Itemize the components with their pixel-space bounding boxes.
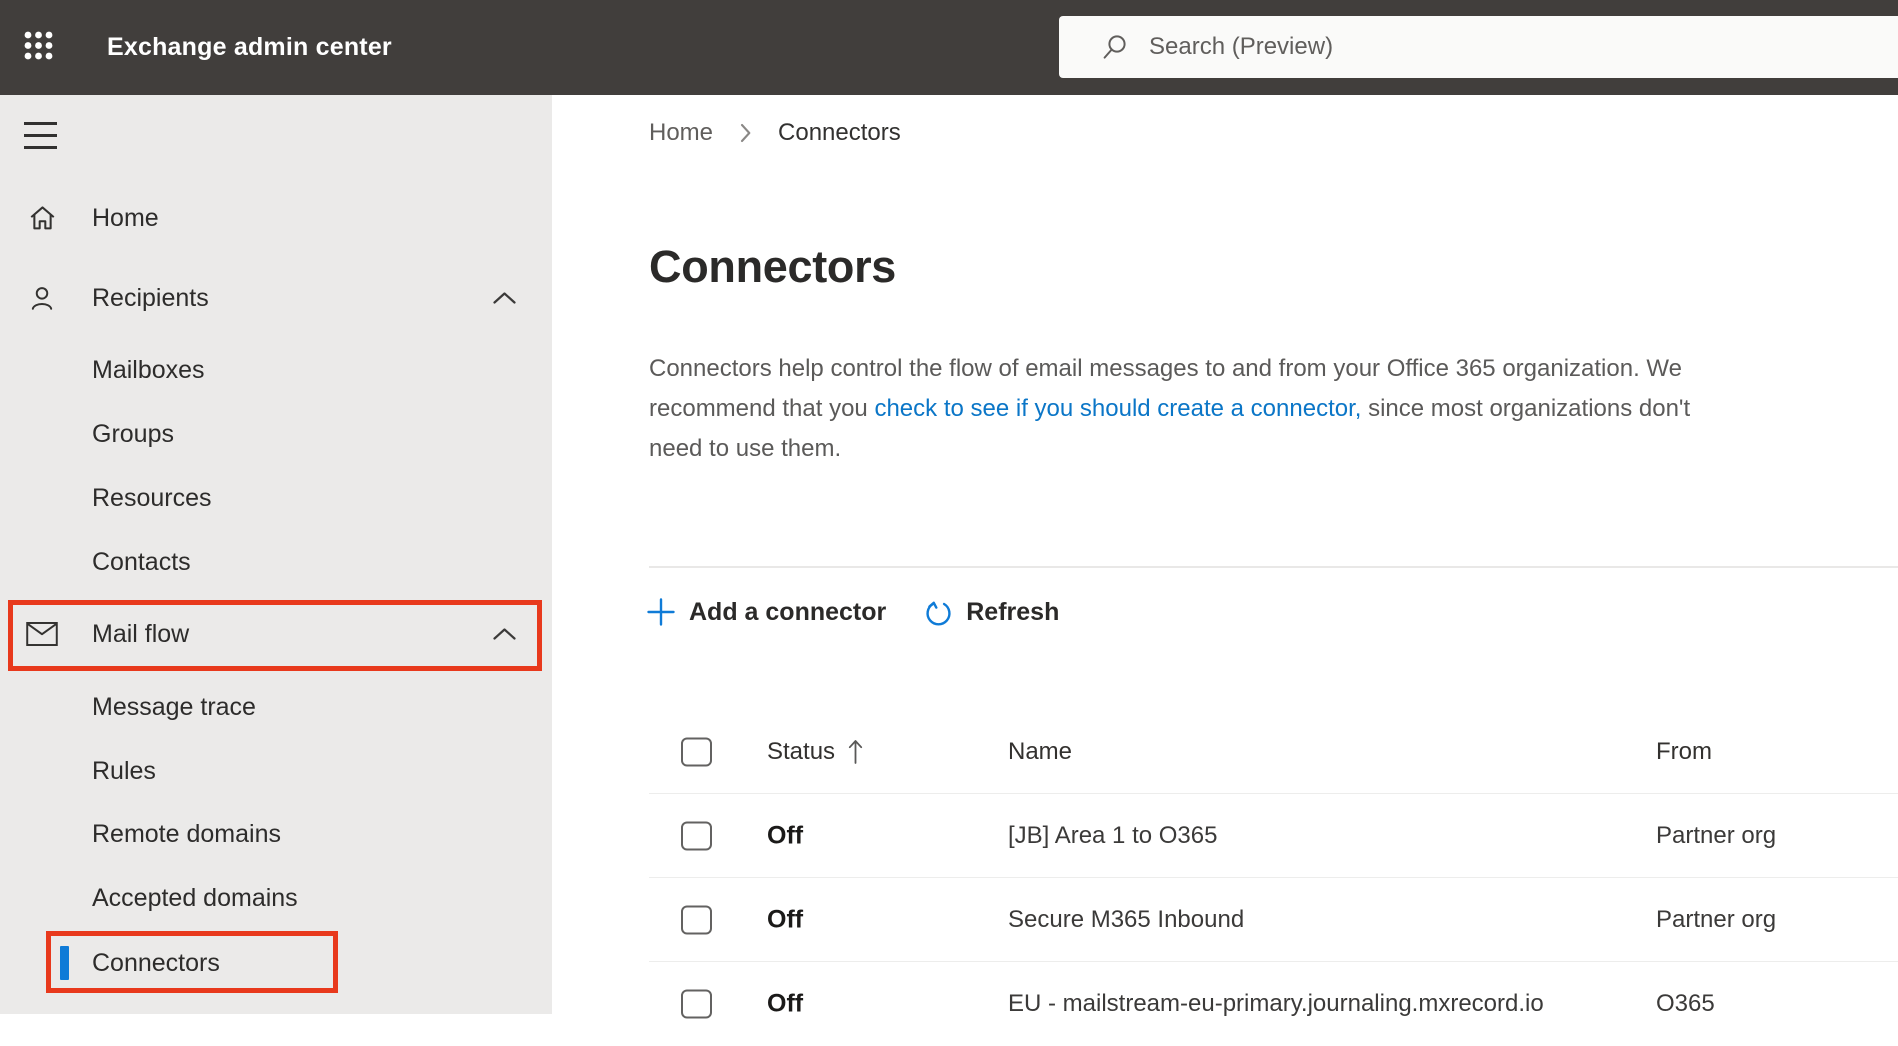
left-nav-sidebar: Home Recipients Mailboxes Groups Resources Co… — [0, 95, 552, 1014]
hamburger-icon — [24, 121, 57, 125]
breadcrumb-current: Connectors — [778, 119, 901, 146]
table-row[interactable]: Off EU - mailstream-eu-primary.journaling… — [649, 962, 1898, 1046]
table-header-row: Status Name From — [649, 710, 1898, 794]
cell-from: Partner org — [1656, 821, 1777, 849]
sidebar-item-recipients[interactable]: Recipients — [0, 272, 552, 324]
breadcrumb: Home Connectors — [649, 117, 901, 149]
waffle-icon — [23, 30, 54, 66]
description-line-3: need to use them. — [649, 435, 842, 462]
cell-name[interactable]: Secure M365 Inbound — [1008, 906, 1244, 934]
table-row[interactable]: Off [JB] Area 1 to O365 Partner org — [649, 794, 1898, 878]
plus-icon — [646, 597, 676, 627]
sidebar-item-connectors[interactable]: Connectors — [0, 937, 552, 989]
search-placeholder: Search (Preview) — [1149, 33, 1334, 60]
column-header-from[interactable]: From — [1656, 738, 1712, 766]
create-connector-check-link[interactable]: check to see if you should create a conn… — [874, 395, 1361, 422]
cell-name[interactable]: [JB] Area 1 to O365 — [1008, 822, 1217, 850]
row-checkbox[interactable] — [681, 905, 712, 934]
page-title: Connectors — [649, 241, 897, 292]
mail-icon — [26, 618, 58, 650]
connectors-table: Status Name From Off [JB] Area 1 to O365 P… — [649, 710, 1898, 1046]
description-line-1: Connectors help control the flow of emai… — [649, 355, 1682, 382]
app-launcher-button[interactable] — [20, 30, 56, 66]
sidebar-item-rules[interactable]: Rules — [0, 745, 552, 797]
app-title: Exchange admin center — [107, 33, 392, 61]
person-icon — [26, 282, 58, 314]
cell-status: Off — [767, 989, 804, 1018]
selected-indicator — [60, 946, 69, 980]
top-app-bar: Exchange admin center Search (Preview) — [0, 0, 1898, 95]
refresh-icon — [924, 598, 953, 627]
page-description: Connectors help control the flow of emai… — [649, 349, 1879, 469]
column-header-status[interactable]: Status — [767, 738, 835, 766]
row-checkbox[interactable] — [681, 989, 712, 1019]
sidebar-item-message-trace[interactable]: Message trace — [0, 681, 552, 733]
cell-status: Off — [767, 821, 804, 849]
refresh-button[interactable]: Refresh — [924, 598, 1059, 627]
table-row[interactable]: Off Secure M365 Inbound Partner org — [649, 878, 1898, 962]
table-body: Off [JB] Area 1 to O365 Partner org Off Secu… — [649, 794, 1898, 1046]
command-toolbar: Add a connector Refresh — [646, 588, 1059, 636]
breadcrumb-home-link[interactable]: Home — [649, 119, 713, 147]
sidebar-item-accepted-domains[interactable]: Accepted domains — [0, 872, 552, 924]
sidebar-item-contacts[interactable]: Contacts — [0, 536, 552, 588]
home-icon — [26, 202, 58, 234]
chevron-up-icon[interactable] — [492, 291, 517, 306]
chevron-up-icon[interactable] — [492, 627, 517, 642]
chevron-right-icon — [739, 122, 752, 144]
sidebar-item-home[interactable]: Home — [0, 192, 552, 244]
sidebar-item-groups[interactable]: Groups — [0, 408, 552, 460]
toolbar-divider — [649, 566, 1898, 568]
nav-toggle-button[interactable] — [24, 119, 64, 151]
row-checkbox[interactable] — [681, 821, 712, 850]
sort-ascending-icon — [847, 738, 864, 765]
select-all-checkbox[interactable] — [681, 737, 712, 766]
column-header-name[interactable]: Name — [1008, 738, 1072, 766]
cell-status: Off — [767, 905, 804, 933]
sidebar-item-mailboxes[interactable]: Mailboxes — [0, 344, 552, 396]
add-connector-button[interactable]: Add a connector — [646, 597, 886, 627]
search-icon — [1101, 33, 1129, 61]
search-input[interactable]: Search (Preview) — [1059, 16, 1898, 78]
sidebar-item-resources[interactable]: Resources — [0, 472, 552, 524]
main-content: Home Connectors Connectors Connectors he… — [552, 95, 1898, 1019]
description-line-2: recommend that you check to see if you s… — [649, 395, 1691, 422]
sidebar-item-remote-domains[interactable]: Remote domains — [0, 808, 552, 860]
sidebar-item-mail-flow[interactable]: Mail flow — [0, 608, 552, 660]
cell-from: Partner org — [1656, 905, 1777, 933]
